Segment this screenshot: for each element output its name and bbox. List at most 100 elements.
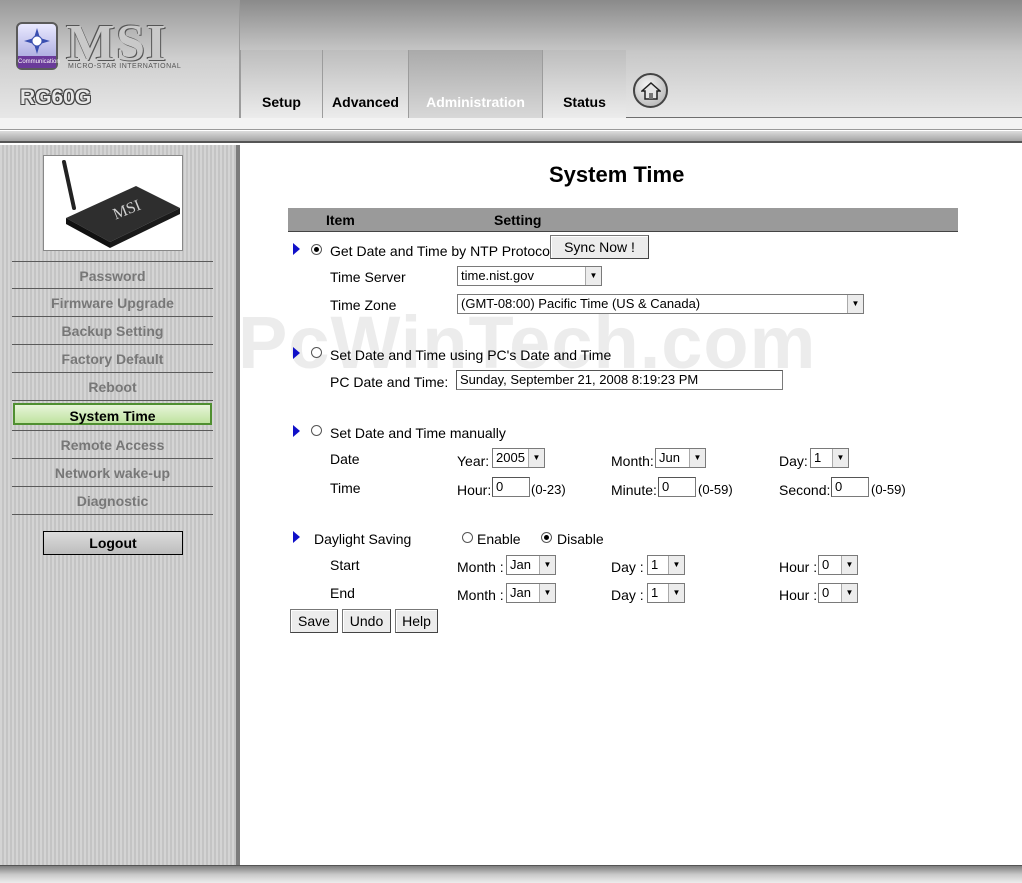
month-label: Month: [611, 453, 654, 469]
dst-end-month-select[interactable]: Jan ▼ [506, 583, 556, 603]
dst-end-hour-select[interactable]: 0 ▼ [818, 583, 858, 603]
chevron-down-icon: ▼ [689, 449, 705, 467]
dst-enable-radio[interactable] [462, 532, 473, 543]
sidebar-item-reboot[interactable]: Reboot [12, 373, 213, 401]
pc-date-label: PC Date and Time: [330, 374, 449, 390]
dst-end-month-value: Jan [510, 585, 531, 600]
undo-button[interactable]: Undo [342, 609, 391, 633]
ntp-radio[interactable] [311, 244, 322, 255]
hour-input[interactable]: 0 [492, 477, 530, 497]
dst-end-label: End [330, 585, 355, 601]
brand-area: Communication MSI MICRO-STAR INTERNATION… [0, 0, 240, 118]
router-icon: MSI [62, 160, 180, 248]
dst-end-month-label: Month : [457, 587, 504, 603]
dst-start-hour-label: Hour : [779, 559, 818, 575]
dst-disable-radio[interactable] [541, 532, 552, 543]
sidebar-item-system-time[interactable]: System Time [12, 403, 213, 431]
msi-logo-icon: Communication [16, 22, 60, 70]
header: Communication MSI MICRO-STAR INTERNATION… [0, 0, 1022, 118]
pc-bullet-icon [293, 347, 300, 359]
sidebar-item-firmware-upgrade[interactable]: Firmware Upgrade [12, 289, 213, 317]
day-label: Day: [779, 453, 808, 469]
chevron-down-icon: ▼ [832, 449, 848, 467]
dst-bullet-icon [293, 531, 300, 543]
tab-advanced[interactable]: Advanced [322, 50, 408, 118]
header-divider [0, 118, 1022, 130]
chevron-down-icon: ▼ [841, 584, 857, 602]
header-divider-bar [0, 131, 1022, 143]
chevron-down-icon: ▼ [668, 584, 684, 602]
month-select[interactable]: Jun ▼ [655, 448, 706, 468]
tab-administration[interactable]: Administration [408, 50, 542, 118]
dst-start-day-label: Day : [611, 559, 644, 575]
dst-end-hour-label: Hour : [779, 587, 818, 603]
minute-input[interactable]: 0 [658, 477, 696, 497]
dst-end-day-label: Day : [611, 587, 644, 603]
dst-start-hour-value: 0 [822, 557, 830, 572]
hour-range: (0-23) [531, 482, 566, 497]
sidebar-menu: Password Firmware Upgrade Backup Setting… [12, 261, 213, 515]
column-item: Item [326, 212, 355, 228]
sidebar-item-remote-access[interactable]: Remote Access [12, 431, 213, 459]
chevron-down-icon: ▼ [585, 267, 601, 285]
time-zone-value: (GMT-08:00) Pacific Time (US & Canada) [461, 296, 701, 311]
month-value: Jun [659, 450, 680, 465]
sidebar-item-network-wake-up[interactable]: Network wake-up [12, 459, 213, 487]
dst-start-label: Start [330, 557, 360, 573]
pc-time-radio[interactable] [311, 347, 322, 358]
day-select[interactable]: 1 ▼ [810, 448, 849, 468]
tab-status[interactable]: Status [542, 50, 626, 118]
hour-label: Hour: [457, 482, 492, 498]
home-button[interactable] [633, 73, 668, 108]
chevron-down-icon: ▼ [841, 556, 857, 574]
dst-start-hour-select[interactable]: 0 ▼ [818, 555, 858, 575]
logout-button[interactable]: Logout [43, 531, 183, 555]
help-button[interactable]: Help [395, 609, 438, 633]
pc-date-field[interactable]: Sunday, September 21, 2008 8:19:23 PM [456, 370, 783, 390]
second-label: Second: [779, 482, 831, 498]
chevron-down-icon: ▼ [539, 556, 555, 574]
sidebar: MSI Password Firmware Upgrade Backup Set… [0, 145, 239, 865]
dst-start-month-label: Month : [457, 559, 504, 575]
time-zone-select[interactable]: (GMT-08:00) Pacific Time (US & Canada) ▼ [457, 294, 864, 314]
time-server-select[interactable]: time.nist.gov ▼ [457, 266, 602, 286]
dst-start-month-value: Jan [510, 557, 531, 572]
tab-setup[interactable]: Setup [240, 50, 322, 118]
ntp-bullet-icon [293, 243, 300, 255]
footer-bar [0, 865, 1022, 883]
year-label: Year: [457, 453, 490, 469]
dst-start-month-select[interactable]: Jan ▼ [506, 555, 556, 575]
dst-start-day-select[interactable]: 1 ▼ [647, 555, 685, 575]
table-header: Item Setting [288, 208, 958, 232]
chevron-down-icon: ▼ [668, 556, 684, 574]
chevron-down-icon: ▼ [539, 584, 555, 602]
save-button[interactable]: Save [290, 609, 338, 633]
year-select[interactable]: 2005 ▼ [492, 448, 545, 468]
logo-badge: Communication [18, 56, 60, 68]
dst-end-day-value: 1 [651, 585, 659, 600]
brand-subtitle: MICRO-STAR INTERNATIONAL [68, 63, 182, 70]
column-setting: Setting [494, 212, 542, 228]
manual-label: Set Date and Time manually [330, 425, 506, 441]
manual-bullet-icon [293, 425, 300, 437]
time-zone-label: Time Zone [330, 297, 397, 313]
time-server-value: time.nist.gov [461, 268, 534, 283]
time-server-label: Time Server [330, 269, 406, 285]
date-label: Date [330, 451, 360, 467]
chevron-down-icon: ▼ [528, 449, 544, 467]
sidebar-item-factory-default[interactable]: Factory Default [12, 345, 213, 373]
dst-start-day-value: 1 [651, 557, 659, 572]
sidebar-item-password[interactable]: Password [12, 261, 213, 289]
manual-radio[interactable] [311, 425, 322, 436]
page-title: System Time [549, 162, 685, 187]
second-input[interactable]: 0 [831, 477, 869, 497]
home-icon [641, 81, 661, 100]
second-range: (0-59) [871, 482, 906, 497]
sync-now-button[interactable]: Sync Now ! [550, 235, 649, 259]
dst-end-day-select[interactable]: 1 ▼ [647, 583, 685, 603]
minute-range: (0-59) [698, 482, 733, 497]
sidebar-item-diagnostic[interactable]: Diagnostic [12, 487, 213, 515]
sidebar-item-backup-setting[interactable]: Backup Setting [12, 317, 213, 345]
dst-enable-label: Enable [477, 531, 521, 547]
dst-label: Daylight Saving [314, 531, 412, 547]
